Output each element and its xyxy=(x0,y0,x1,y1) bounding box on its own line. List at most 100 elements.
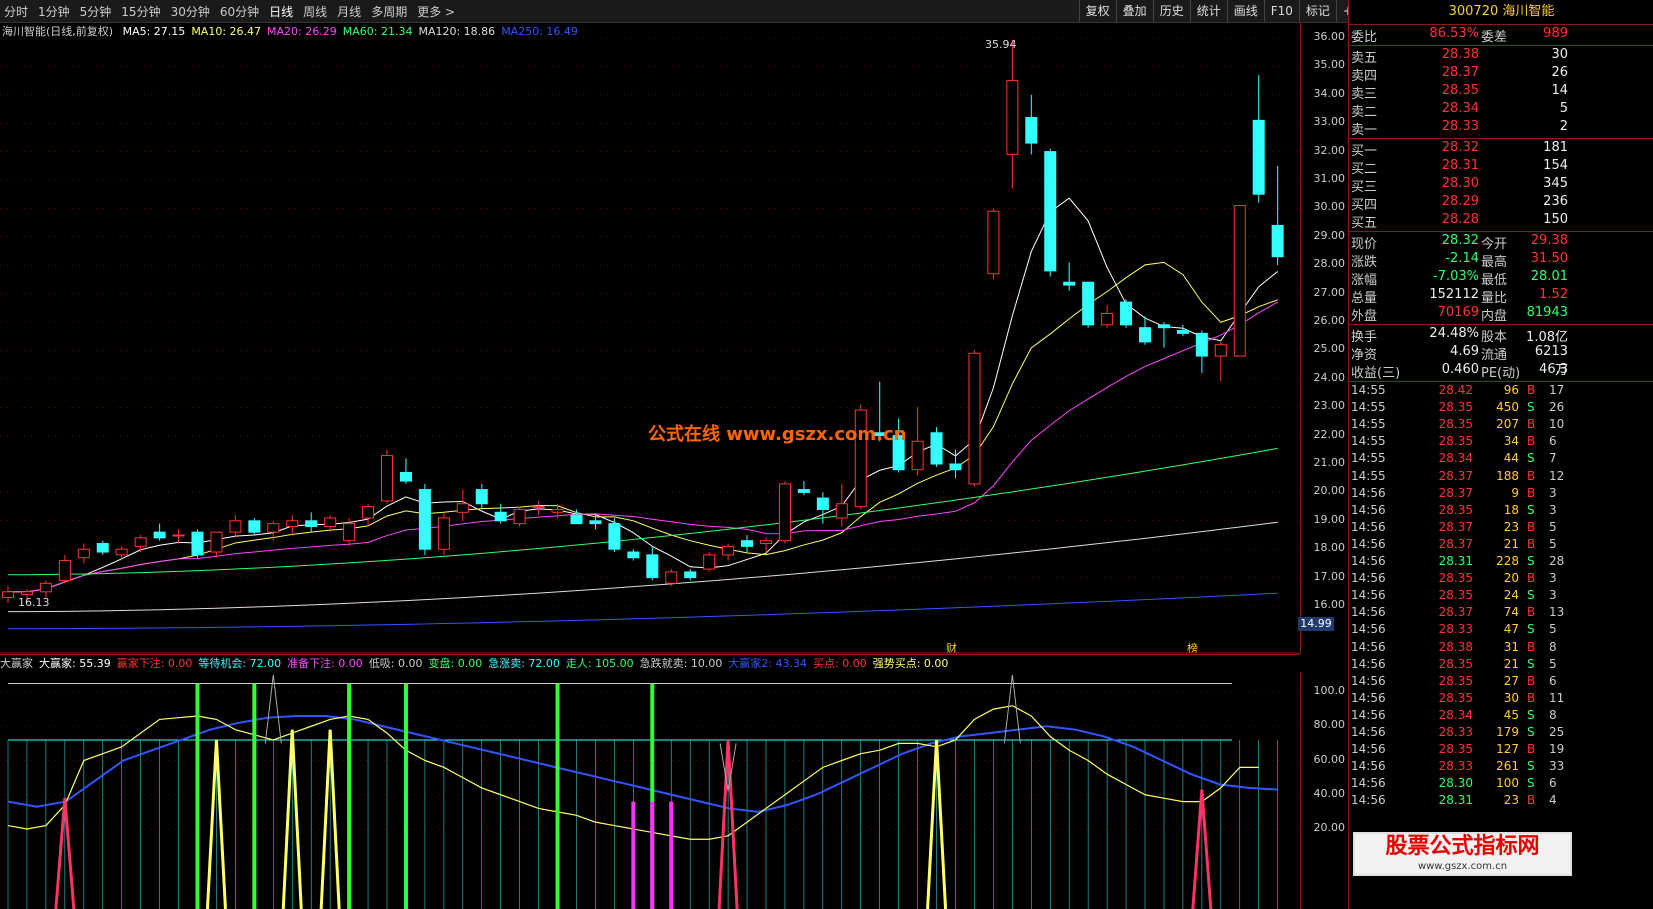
candle[interactable] xyxy=(172,534,185,537)
candle[interactable] xyxy=(949,463,962,471)
toolbar-button[interactable]: 标记 xyxy=(1298,0,1336,22)
candle[interactable] xyxy=(1139,327,1151,343)
candle[interactable] xyxy=(1252,119,1265,195)
price-axis-label: 22.00 xyxy=(1313,427,1346,441)
candle[interactable] xyxy=(968,352,981,485)
candle[interactable] xyxy=(816,497,829,510)
candle[interactable] xyxy=(722,545,735,556)
tab-timeframe[interactable]: 多周期 xyxy=(371,3,407,20)
event-marker: 财 xyxy=(946,641,957,654)
candle[interactable] xyxy=(343,523,356,542)
tab-timeframe[interactable]: 30分钟 xyxy=(171,3,210,20)
tab-timeframe[interactable]: 1分钟 xyxy=(38,3,70,20)
candle[interactable] xyxy=(646,554,659,579)
tab-timeframe[interactable]: 60分钟 xyxy=(220,3,259,20)
candle[interactable] xyxy=(115,548,128,556)
candle[interactable] xyxy=(96,543,109,553)
candle[interactable] xyxy=(589,520,602,525)
toolbar-button[interactable]: F10 xyxy=(1263,0,1299,22)
toolbar-button[interactable]: 历史 xyxy=(1152,0,1190,22)
candle[interactable] xyxy=(248,520,261,533)
trade-price: 28.33 xyxy=(1438,725,1473,739)
tab-timeframe[interactable]: 日线 xyxy=(269,3,293,20)
candle[interactable] xyxy=(835,503,848,519)
candle[interactable] xyxy=(1214,344,1227,357)
trade-direction: B xyxy=(1527,519,1536,534)
candle[interactable] xyxy=(210,531,223,553)
candle[interactable] xyxy=(2,591,14,598)
candle[interactable] xyxy=(665,571,678,584)
candle[interactable] xyxy=(1120,301,1133,326)
candle[interactable] xyxy=(741,540,754,547)
candle[interactable] xyxy=(684,571,697,579)
candle[interactable] xyxy=(1101,312,1114,326)
candle[interactable] xyxy=(551,508,564,513)
candle[interactable] xyxy=(608,523,621,550)
candle[interactable] xyxy=(1025,117,1038,144)
candle[interactable] xyxy=(475,489,488,505)
toolbar-button[interactable]: 统计 xyxy=(1189,0,1227,22)
toolbar-button[interactable]: 画线 xyxy=(1226,0,1264,22)
candle[interactable] xyxy=(1233,205,1246,357)
candle[interactable] xyxy=(627,551,640,559)
candle[interactable] xyxy=(987,210,1000,275)
candle[interactable] xyxy=(456,503,469,513)
candle[interactable] xyxy=(778,483,791,542)
tab-timeframe[interactable]: 15分钟 xyxy=(121,3,160,20)
candle[interactable] xyxy=(134,537,147,547)
candle[interactable] xyxy=(399,472,412,482)
candle[interactable] xyxy=(381,454,393,502)
toolbar-button[interactable]: 复权 xyxy=(1078,0,1116,22)
candle[interactable] xyxy=(437,517,450,550)
candle[interactable] xyxy=(1044,151,1057,272)
candle[interactable] xyxy=(760,540,772,545)
tab-timeframe[interactable]: 周线 xyxy=(303,3,327,20)
candle[interactable] xyxy=(305,520,318,527)
ask-row: 卖二 28.34 5 xyxy=(1349,101,1569,120)
candle[interactable] xyxy=(267,523,280,533)
candle[interactable] xyxy=(532,506,545,509)
candle[interactable] xyxy=(362,506,375,519)
tab-timeframe[interactable]: 5分钟 xyxy=(80,3,112,20)
toolbar-button[interactable]: 叠加 xyxy=(1115,0,1153,22)
candle[interactable] xyxy=(930,432,943,465)
candle[interactable] xyxy=(153,531,166,539)
candle[interactable] xyxy=(58,560,71,581)
candle[interactable] xyxy=(39,582,52,593)
candle[interactable] xyxy=(703,554,716,570)
candle[interactable] xyxy=(513,508,526,525)
candle[interactable] xyxy=(77,548,90,559)
stat-row-value2: 31.50 xyxy=(1530,251,1568,266)
candle[interactable] xyxy=(1082,281,1095,326)
candle[interactable] xyxy=(191,531,204,556)
candle[interactable] xyxy=(911,440,924,471)
indicator-chart[interactable] xyxy=(0,672,1300,909)
candle[interactable] xyxy=(1063,281,1076,286)
tab-timeframe[interactable]: 月线 xyxy=(337,3,361,20)
candle[interactable] xyxy=(1271,224,1284,258)
stat-row: 总量 152112 量比 1.52 xyxy=(1349,287,1569,306)
candle[interactable] xyxy=(570,514,583,525)
candle[interactable] xyxy=(494,511,507,522)
candle[interactable] xyxy=(1157,324,1170,329)
ask-volume: 5 xyxy=(1559,101,1568,116)
candle[interactable] xyxy=(20,591,33,596)
tab-timeframe[interactable]: 更多 > xyxy=(417,3,455,20)
candle[interactable] xyxy=(797,489,810,493)
indicator-legend-item: 大赢家 xyxy=(0,657,33,670)
candle[interactable] xyxy=(229,520,242,533)
candle[interactable] xyxy=(324,517,337,527)
watermark-corner-title: 股票公式指标网 xyxy=(1385,834,1540,859)
stat2-row: 收益(三) 0.460 PE(动) 46.3 xyxy=(1349,362,1569,381)
candle[interactable] xyxy=(1176,330,1189,334)
candle[interactable] xyxy=(418,489,431,550)
weibi-row-label2: 委差 xyxy=(1481,30,1508,45)
stat-row-value2: 81943 xyxy=(1526,305,1568,320)
candlestick-chart[interactable]: 35.94 16.13 财 榜 xyxy=(0,22,1300,654)
tab-timeframe[interactable]: 分时 xyxy=(4,3,28,20)
trade-time: 14:56 xyxy=(1351,639,1386,654)
trade-row: 14:56 28.37 21 B 5 xyxy=(1349,537,1569,554)
candle[interactable] xyxy=(1006,80,1019,155)
candle[interactable] xyxy=(1195,332,1208,357)
candle[interactable] xyxy=(286,520,299,527)
